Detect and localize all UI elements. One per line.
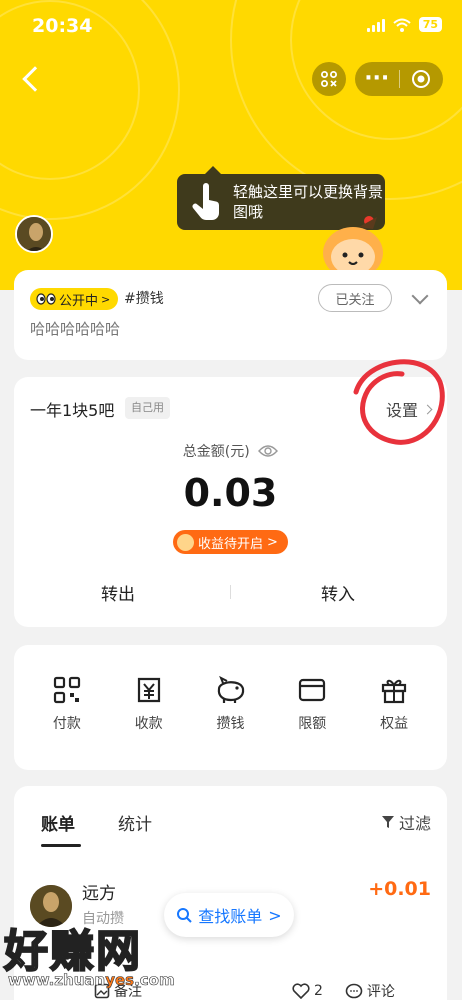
comment-button[interactable]: 评论 [345,978,395,1000]
eyes-icon [36,293,56,305]
action-label: 权益 [380,716,409,732]
annotation-circle [353,359,445,445]
chevron-right-icon: > [101,292,111,306]
transfer-in-button[interactable]: 转入 [321,580,355,605]
action-label: 限额 [298,716,327,732]
scan-icon [321,71,337,87]
close-miniapp-button[interactable] [399,69,443,89]
active-tab-indicator [41,844,81,847]
status-time: 20:34 [32,15,93,37]
action-label: 付款 [52,716,81,732]
account-name: 一年1块5吧 [30,401,115,420]
avatar[interactable] [15,215,53,253]
divider [230,585,231,599]
filter-button[interactable]: 过滤 [381,810,431,834]
heart-icon [292,983,310,999]
action-benefits[interactable]: 权益 [361,645,427,770]
site-watermark: 好赚网 www.zhuanyes.com [0,905,200,1000]
chevron-right-icon: > [268,905,282,925]
earnings-label: 收益待开启 [198,536,264,552]
visibility-badge[interactable]: 公开中 > [30,288,119,310]
quick-actions-card: 付款 收款 攒钱 限额 权益 [14,645,447,770]
transfer-out-button[interactable]: 转出 [101,580,135,605]
bill-entry-name[interactable]: 远方 [82,879,116,904]
card-icon [299,678,326,702]
action-limit[interactable]: 限额 [279,645,345,770]
receive-icon [137,677,160,703]
signal-icon [366,18,385,32]
profile-description: 哈哈哈哈哈哈 [30,320,121,338]
chevron-right-icon: > [267,534,278,550]
gift-icon [381,679,407,704]
comment-label: 评论 [366,984,395,1000]
self-use-tag: 自己用 [125,397,170,419]
miniapp-capsule: ··· [355,62,443,96]
topic-tag[interactable]: #攒钱 [124,288,164,310]
action-label: 收款 [134,716,163,732]
qr-code-icon [53,676,80,704]
mascot-illustration [317,215,389,279]
earnings-button[interactable]: 收益待开启 > [173,530,288,554]
scan-button[interactable] [312,62,346,96]
comment-icon [345,983,363,999]
find-bill-label: 查找账单 [198,907,263,926]
action-save[interactable]: 攒钱 [197,645,263,770]
status-bar: 20:34 75 [0,0,462,50]
action-receive[interactable]: 收款 [116,645,182,770]
battery-indicator: 75 [418,17,442,32]
tap-hand-icon [192,183,220,220]
piggy-bank-icon [218,675,245,703]
visibility-badge-label: 公开中 [59,293,99,309]
chevron-down-icon[interactable] [411,287,429,305]
total-label-text: 总金额(元) [182,444,250,460]
follow-button[interactable]: 已关注 [318,284,392,312]
wifi-icon [393,18,411,32]
bill-entry-amount: +0.01 [368,878,431,900]
tab-bills[interactable]: 账单 [41,810,75,835]
tab-stats[interactable]: 统计 [118,810,152,835]
like-count: 2 [314,983,323,999]
action-label: 攒钱 [216,716,245,732]
profile-card: 公开中 > #攒钱 已关注 哈哈哈哈哈哈 [14,270,447,360]
watermark-url: www.zhuanyes.com [8,971,175,990]
coin-icon [177,533,194,551]
filter-icon [381,816,394,828]
like-button[interactable]: 2 [292,978,323,1000]
action-pay[interactable]: 付款 [34,645,100,770]
back-button[interactable] [18,62,48,96]
watermark-title: 好赚网 [3,925,142,978]
target-icon [412,70,431,88]
more-button[interactable]: ··· [355,66,399,92]
eye-icon[interactable] [258,444,279,458]
total-amount-value: 0.03 [183,471,278,515]
filter-label: 过滤 [398,814,431,833]
